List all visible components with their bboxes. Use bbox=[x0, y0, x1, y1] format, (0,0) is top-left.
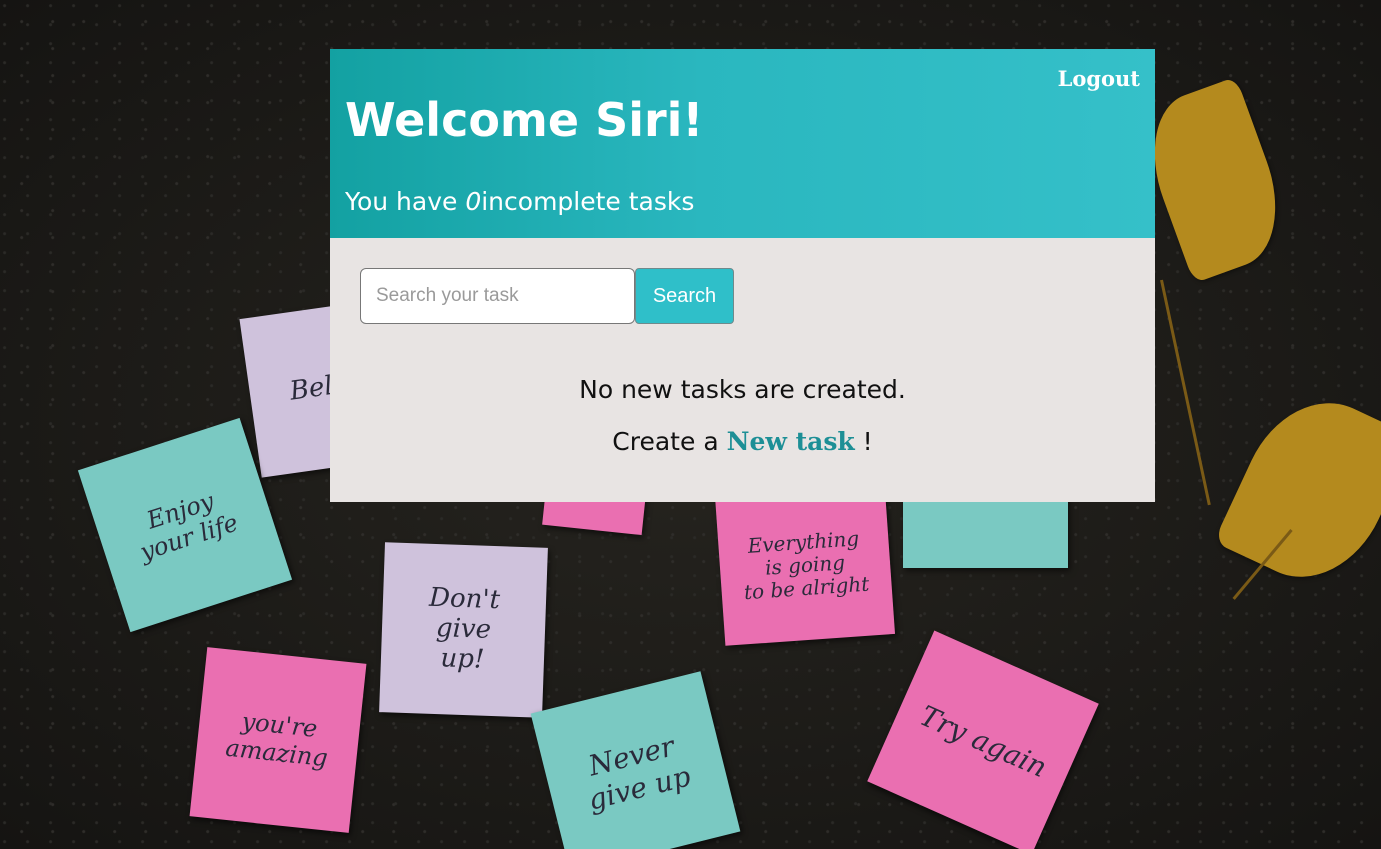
empty-state-message: No new tasks are created. bbox=[579, 375, 906, 404]
logout-link[interactable]: Logout bbox=[1058, 66, 1140, 91]
subtitle-suffix: incomplete tasks bbox=[481, 187, 695, 216]
incomplete-count: 0 bbox=[465, 187, 482, 216]
leaf-stem bbox=[1160, 279, 1211, 506]
card-header: Logout Welcome Siri! You have 0incomplet… bbox=[330, 49, 1155, 238]
leaf-decoration bbox=[1132, 76, 1298, 284]
search-bar: Search bbox=[360, 268, 734, 324]
sticky-note-text: Never give up bbox=[584, 729, 694, 817]
task-card: Logout Welcome Siri! You have 0incomplet… bbox=[330, 49, 1155, 502]
search-button[interactable]: Search bbox=[635, 268, 734, 324]
sticky-note-text: Bel bbox=[287, 371, 335, 407]
subtitle-prefix: You have bbox=[345, 187, 466, 216]
incomplete-tasks-summary: You have 0incomplete tasks bbox=[345, 187, 694, 216]
leaf-decoration bbox=[1213, 378, 1381, 602]
sticky-note-text: you're amazing bbox=[224, 707, 330, 773]
sticky-note: Never give up bbox=[530, 671, 741, 849]
sticky-note: Everything is going to be alright bbox=[714, 484, 896, 646]
sticky-note-text: Enjoy your life bbox=[136, 487, 242, 567]
new-task-link[interactable]: New task bbox=[727, 427, 855, 456]
create-suffix: ! bbox=[854, 427, 873, 456]
sticky-note-text: Don't give up! bbox=[428, 582, 501, 675]
sticky-note: Try again bbox=[867, 630, 1099, 849]
page-title: Welcome Siri! bbox=[345, 93, 704, 147]
create-task-prompt: Create a New task ! bbox=[330, 427, 1155, 456]
sticky-note-text: Try again bbox=[914, 699, 1052, 785]
search-input[interactable] bbox=[360, 268, 635, 324]
sticky-note-text: Everything is going to be alright bbox=[743, 525, 870, 604]
create-prefix: Create a bbox=[612, 427, 727, 456]
sticky-note: you're amazing bbox=[189, 647, 367, 833]
sticky-note: Don't give up! bbox=[379, 542, 548, 718]
